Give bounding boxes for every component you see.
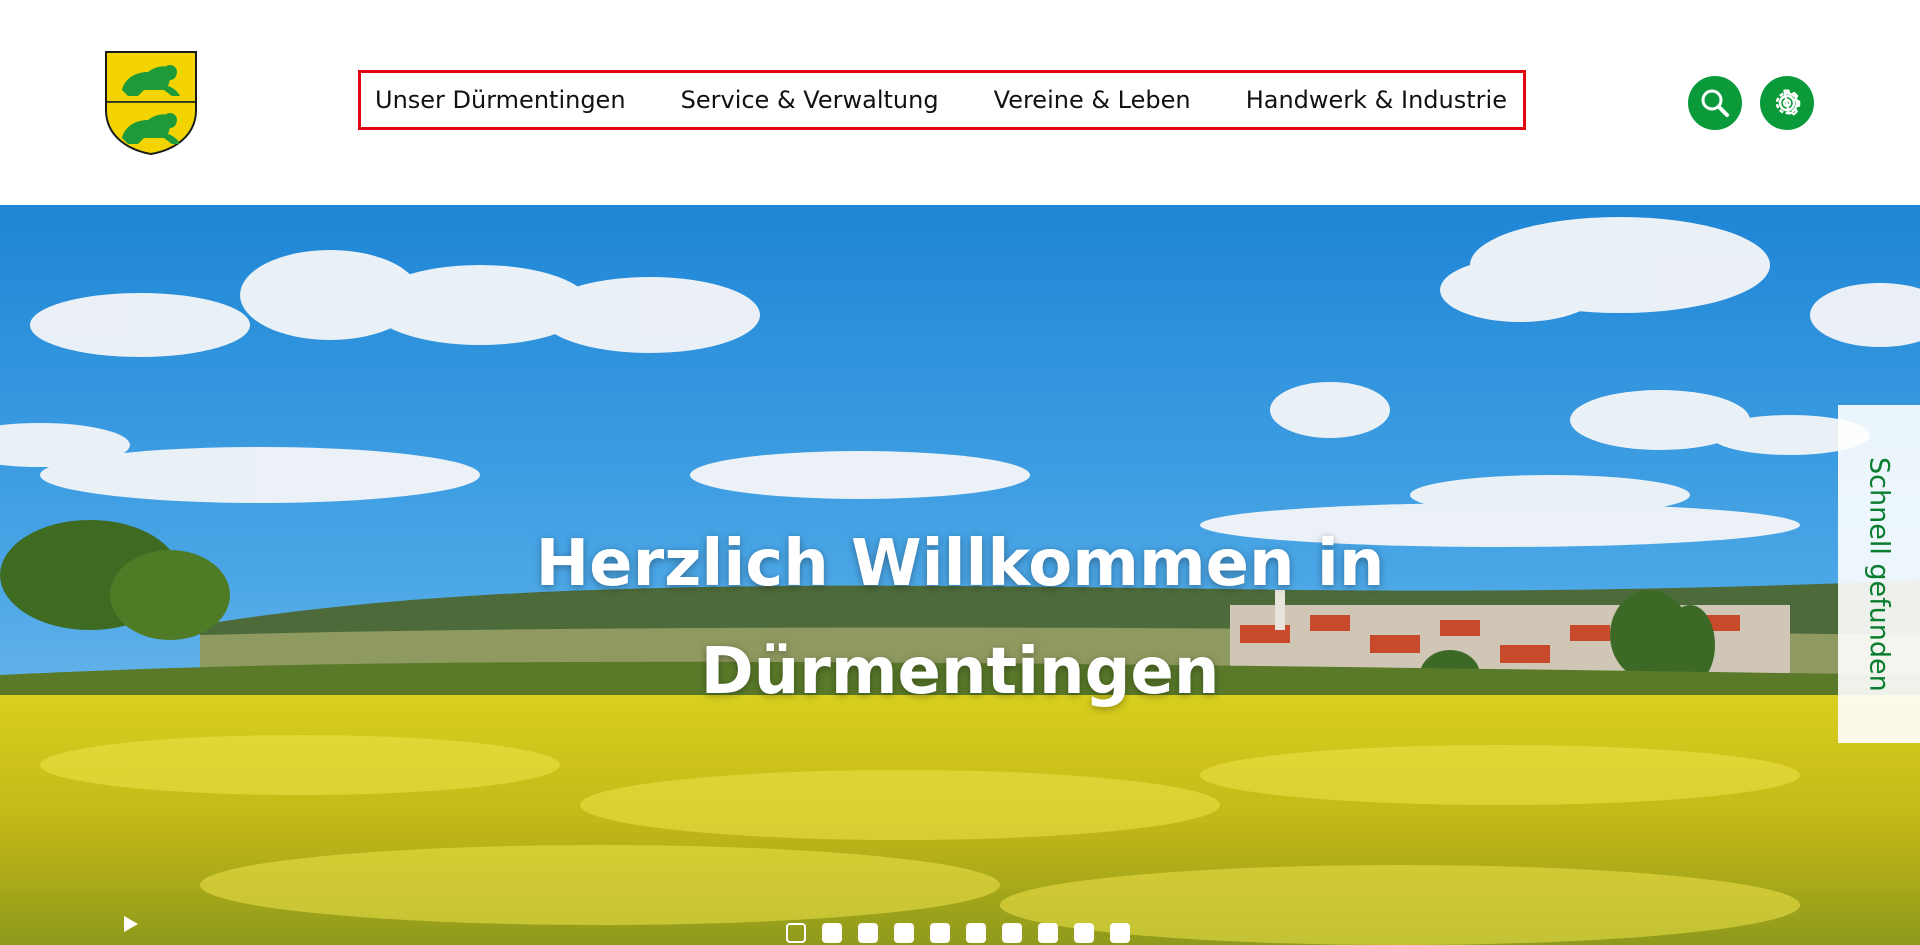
quick-find-label: Schnell gefunden	[1863, 456, 1895, 692]
slider-dot-10[interactable]	[1110, 923, 1130, 943]
hero-slider: Herzlich Willkommen in Dürmentingen Schn…	[0, 205, 1920, 945]
coat-of-arms-icon	[105, 51, 197, 156]
nav-item-unser-duermentingen[interactable]: Unser Dürmentingen	[375, 86, 626, 114]
nav-item-handwerk-industrie[interactable]: Handwerk & Industrie	[1246, 86, 1507, 114]
slider-dot-9[interactable]	[1074, 923, 1094, 943]
gear-icon	[1775, 89, 1801, 116]
slider-dot-3[interactable]	[858, 923, 878, 943]
slider-dot-5[interactable]	[930, 923, 950, 943]
slider-dot-1[interactable]	[786, 923, 806, 943]
municipality-logo[interactable]	[104, 50, 198, 156]
settings-button[interactable]	[1760, 76, 1814, 130]
hero-title-line1: Herzlich Willkommen in	[535, 527, 1385, 601]
slider-play-button[interactable]	[118, 912, 142, 936]
quick-find-tab[interactable]: Schnell gefunden	[1838, 405, 1920, 743]
slider-dot-2[interactable]	[822, 923, 842, 943]
search-icon	[1701, 89, 1729, 117]
hero-title-line2: Dürmentingen	[700, 635, 1220, 709]
nav-item-service-verwaltung[interactable]: Service & Verwaltung	[681, 86, 939, 114]
site-header: Unser Dürmentingen Service & Verwaltung …	[0, 0, 1920, 205]
main-navigation: Unser Dürmentingen Service & Verwaltung …	[358, 70, 1526, 130]
slider-dot-7[interactable]	[1002, 923, 1022, 943]
slider-pagination	[786, 923, 1130, 943]
nav-item-vereine-leben[interactable]: Vereine & Leben	[994, 86, 1191, 114]
slider-dot-6[interactable]	[966, 923, 986, 943]
hero-title: Herzlich Willkommen in Dürmentingen	[460, 510, 1460, 726]
slider-dot-8[interactable]	[1038, 923, 1058, 943]
search-button[interactable]	[1688, 76, 1742, 130]
slider-dot-4[interactable]	[894, 923, 914, 943]
play-icon	[124, 916, 138, 932]
